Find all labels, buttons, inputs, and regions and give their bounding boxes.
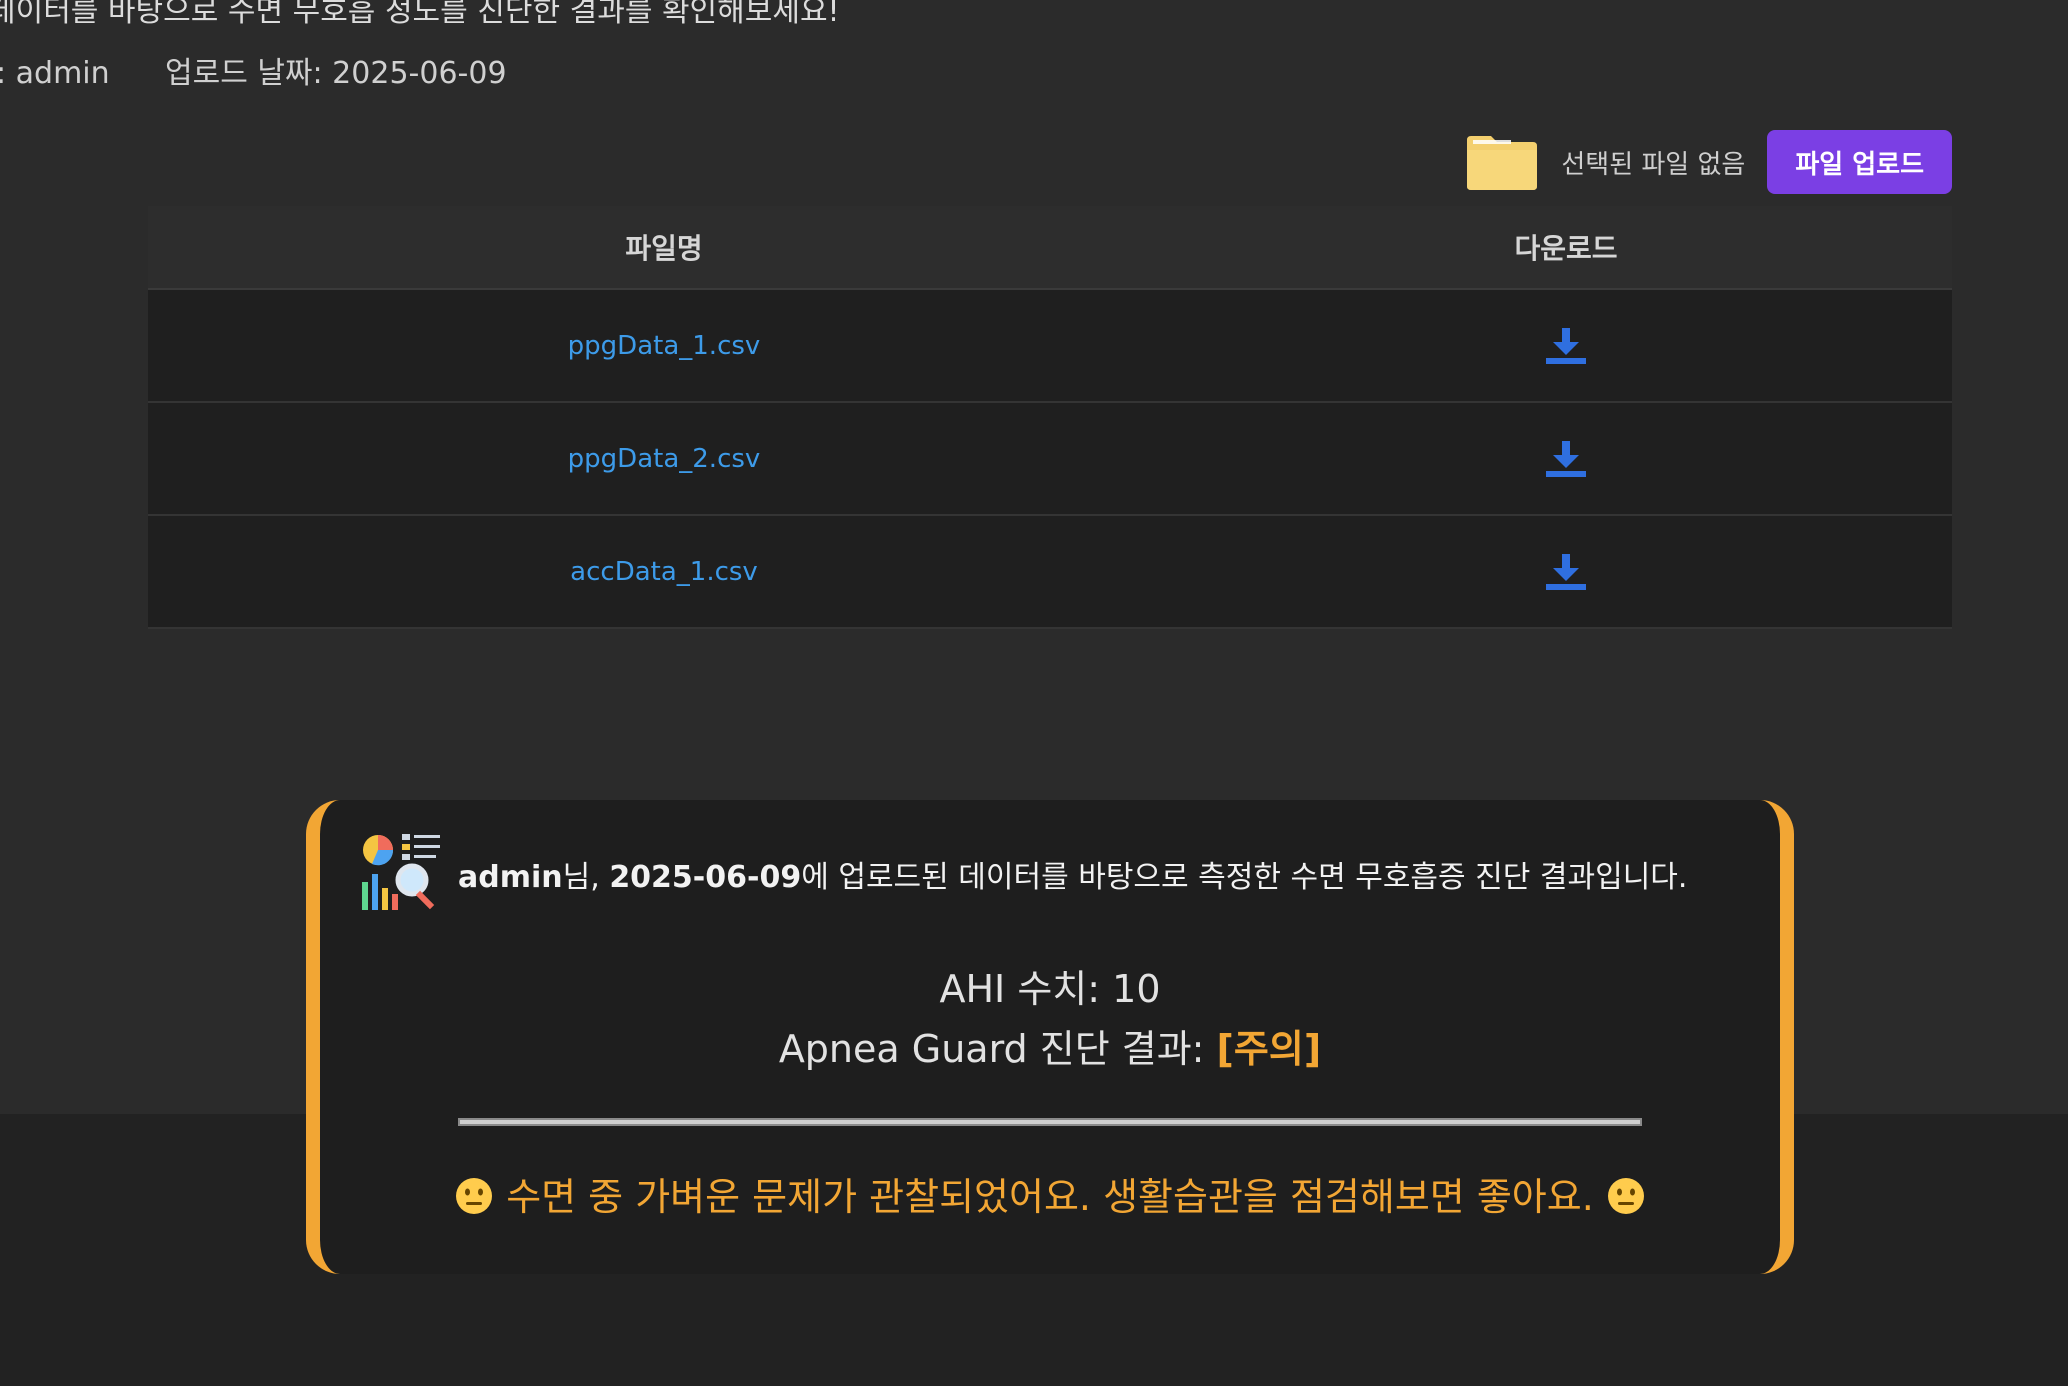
filename-cell: ppgData_2.csv <box>148 402 1180 516</box>
report-analytics-icon <box>362 834 440 910</box>
user-label: : admin <box>0 56 110 91</box>
filename-column-header: 파일명 <box>148 206 1180 290</box>
download-column-header: 다운로드 <box>1180 206 1952 290</box>
file-link[interactable]: ppgData_2.csv <box>568 444 761 474</box>
filename-cell: accData_1.csv <box>148 515 1180 629</box>
card-divider <box>458 1118 1642 1126</box>
advice-text: 수면 중 가벼운 문제가 관찰되었어요. 생활습관을 점검해보면 좋아요. <box>506 1175 1594 1219</box>
download-icon[interactable] <box>1544 552 1588 592</box>
download-cell <box>1180 289 1952 403</box>
diagnosis-result-card: admin님, 2025-06-09에 업로드된 데이터를 바탕으로 측정한 수… <box>306 800 1794 1274</box>
verdict-badge: [주의] <box>1216 1027 1322 1071</box>
download-cell <box>1180 402 1952 516</box>
upload-date-label: 업로드 날짜: 2025-06-09 <box>165 56 507 91</box>
table-header-row: 파일명 다운로드 <box>148 206 1952 290</box>
result-intro-rest: 에 업로드된 데이터를 바탕으로 측정한 수면 무호흡증 진단 결과입니다. <box>801 860 1688 895</box>
upload-controls: 선택된 파일 없음 파일 업로드 <box>1465 128 1952 196</box>
table-row: accData_1.csv <box>148 515 1952 629</box>
filename-cell: ppgData_1.csv <box>148 289 1180 403</box>
result-user-suffix: 님, <box>562 860 610 895</box>
neutral-face-emoji-icon <box>1607 1178 1644 1214</box>
download-icon[interactable] <box>1544 326 1588 366</box>
advice-message: 수면 중 가벼운 문제가 관찰되었어요. 생활습관을 점검해보면 좋아요. <box>320 1166 1780 1221</box>
folder-icon[interactable] <box>1465 132 1539 192</box>
file-link[interactable]: ppgData_1.csv <box>568 331 761 361</box>
result-date: 2025-06-09 <box>609 860 802 895</box>
file-link[interactable]: accData_1.csv <box>570 557 758 587</box>
selected-file-status: 선택된 파일 없음 <box>1561 149 1746 180</box>
file-table: 파일명 다운로드 ppgData_1.csv ppgData_2.csv acc… <box>148 206 1952 629</box>
ahi-value: AHI 수치: 10 <box>939 967 1161 1011</box>
neutral-face-emoji-icon <box>456 1178 493 1214</box>
diagnosis-verdict: Apnea Guard 진단 결과: [주의] <box>320 1018 1780 1073</box>
intro-text: 데이터를 바탕으로 수면 무호흡 정도를 진단한 결과를 확인해보세요! <box>0 0 840 29</box>
result-intro-text: admin님, 2025-06-09에 업로드된 데이터를 바탕으로 측정한 수… <box>458 852 1687 896</box>
table-row: ppgData_2.csv <box>148 402 1952 516</box>
table-row: ppgData_1.csv <box>148 289 1952 403</box>
download-icon[interactable] <box>1544 439 1588 479</box>
download-cell <box>1180 515 1952 629</box>
verdict-label: Apnea Guard 진단 결과: <box>778 1027 1217 1071</box>
file-upload-button[interactable]: 파일 업로드 <box>1767 130 1952 194</box>
result-user: admin <box>458 860 563 895</box>
